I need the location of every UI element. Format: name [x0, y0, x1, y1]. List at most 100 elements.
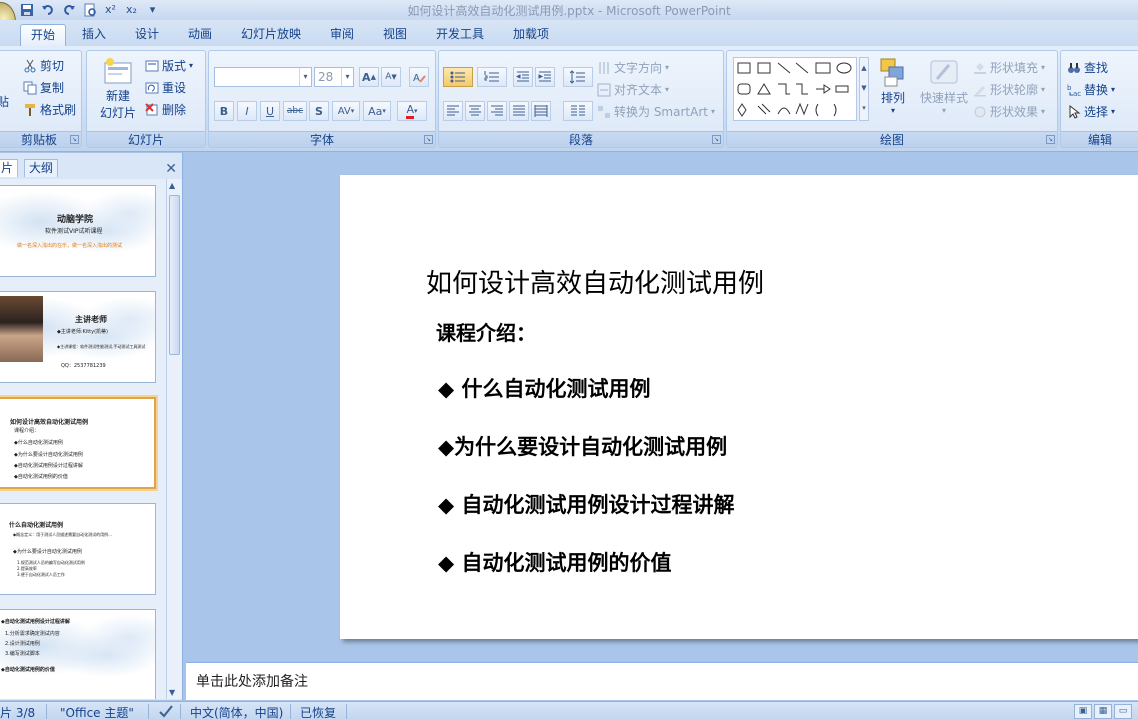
bold-button[interactable]: B: [214, 101, 234, 121]
quick-styles-button[interactable]: 快速样式 ▾: [915, 55, 973, 115]
slide-sorter-icon[interactable]: ▦: [1094, 704, 1112, 719]
binoculars-icon: [1067, 61, 1081, 75]
layout-icon: [145, 59, 159, 73]
shape-outline-button[interactable]: 形状轮廓 ▾: [973, 81, 1045, 98]
find-button[interactable]: 查找: [1067, 59, 1108, 76]
shape-fill-button[interactable]: 形状填充 ▾: [973, 59, 1045, 76]
copy-icon: [23, 81, 37, 95]
align-center-button[interactable]: [465, 101, 485, 121]
line-spacing-button[interactable]: [563, 67, 593, 87]
scroll-down-icon[interactable]: ▼: [169, 688, 175, 697]
font-size-combo[interactable]: 28 ▾: [314, 67, 354, 87]
shrink-font-button[interactable]: A ▼: [381, 67, 401, 87]
svg-text:A: A: [413, 73, 420, 84]
tab-insert[interactable]: 插入: [72, 24, 116, 46]
numbering-button[interactable]: [477, 67, 507, 87]
slide-counter: 片 3/8: [0, 706, 36, 720]
ribbon-tabs: 开始 插入 设计 动画 幻灯片放映 审阅 视图 开发工具 加载项: [0, 20, 1138, 46]
distribute-button[interactable]: [531, 101, 551, 121]
copy-button[interactable]: 复制: [23, 79, 64, 96]
paste-button[interactable]: 贴: [0, 93, 9, 110]
layout-button[interactable]: 版式 ▾: [145, 57, 193, 74]
drawing-launcher[interactable]: ↘: [1046, 135, 1055, 144]
select-button[interactable]: 选择 ▾: [1067, 103, 1115, 120]
recovered-status: 已恢复: [300, 706, 337, 720]
format-painter-button[interactable]: 格式刷: [23, 101, 76, 118]
align-right-button[interactable]: [487, 101, 507, 121]
slide-thumbnail-2[interactable]: 主讲老师 ◆主讲老师:Kitty(凯蒂) ◆主讲课程：软件测试性能测试,手动测试…: [0, 291, 156, 383]
group-clipboard: 贴 剪切 复制 格式刷 剪贴板 ↘: [0, 50, 82, 148]
slide-bullet-1[interactable]: ◆ 什么自动化测试用例: [438, 373, 650, 403]
normal-view-icon[interactable]: ▣: [1074, 704, 1092, 719]
slide-thumbnails: 动脑学院 软件测试VIP试听课程 做一名深入浅出的在乐，做一名深入浅出的测试 主…: [0, 179, 166, 699]
close-pane-icon[interactable]: ✕: [165, 161, 177, 177]
font-color-button[interactable]: A ▾: [397, 101, 427, 121]
justify-button[interactable]: [509, 101, 529, 121]
font-name-dropdown-icon[interactable]: ▾: [299, 68, 311, 86]
convert-smartart-button[interactable]: 转换为 SmartArt ▾: [597, 103, 715, 120]
change-case-button[interactable]: Aa ▾: [363, 101, 391, 121]
tab-slideshow[interactable]: 幻灯片放映: [231, 24, 311, 46]
columns-button[interactable]: [563, 101, 593, 121]
slide-canvas[interactable]: 如何设计高效自动化测试用例 课程介绍： ◆ 什么自动化测试用例 ◆为什么要设计自…: [340, 175, 1138, 639]
line-spacing-icon: [570, 70, 585, 84]
status-bar: 片 3/8 "Office 主题" 中文(简体，中国) 已恢复 ▣ ▦ ▭: [0, 701, 1138, 720]
slide-thumbnail-5[interactable]: ◆自动化测试用例设计过程讲解 1.分析需求确定测试内容 2.设计测试用例 3.编…: [0, 609, 156, 699]
ribbon: 贴 剪切 复制 格式刷 剪贴板 ↘ 新建 幻灯片 版式 ▾ 重设 删除 幻灯片 …: [0, 46, 1138, 152]
language-indicator[interactable]: 中文(简体，中国): [190, 704, 283, 720]
shapes-gallery[interactable]: [733, 57, 857, 121]
notes-pane[interactable]: 单击此处添加备注: [186, 662, 1138, 700]
strikethrough-button[interactable]: abc: [283, 101, 307, 121]
scroll-thumb[interactable]: [169, 195, 180, 355]
new-slide-button[interactable]: 新建 幻灯片: [95, 57, 141, 121]
paragraph-launcher[interactable]: ↘: [712, 135, 721, 144]
slide-thumbnail-4[interactable]: 什么自动化测试用例 ◆概念定义：用于测试人员描述需要自动化测试的用例... ◆为…: [0, 503, 156, 595]
italic-button[interactable]: I: [237, 101, 257, 121]
tab-outline[interactable]: 大纲: [24, 159, 59, 177]
shapes-scroll[interactable]: ▲ ▼ ▾: [859, 57, 869, 121]
cut-button[interactable]: 剪切: [23, 57, 64, 74]
tab-home[interactable]: 开始: [20, 24, 67, 46]
char-spacing-button[interactable]: AV ▾: [332, 101, 360, 121]
delete-slide-button[interactable]: 删除: [145, 101, 186, 118]
slide-workspace: 如何设计高效自动化测试用例 课程介绍： ◆ 什么自动化测试用例 ◆为什么要设计自…: [184, 153, 1138, 661]
replace-button[interactable]: b ac 替换 ▾: [1067, 81, 1115, 98]
text-direction-button[interactable]: 文字方向 ▾: [597, 59, 669, 76]
tab-review[interactable]: 审阅: [320, 24, 364, 46]
decrease-indent-button[interactable]: [513, 67, 533, 87]
grow-font-button[interactable]: A ▲: [359, 67, 379, 87]
slide-bullet-4[interactable]: ◆ 自动化测试用例的价值: [438, 547, 671, 577]
increase-indent-button[interactable]: [535, 67, 555, 87]
underline-button[interactable]: U: [260, 101, 280, 121]
delete-icon: [145, 102, 159, 117]
slide-title[interactable]: 如何设计高效自动化测试用例: [426, 263, 764, 300]
tab-animation[interactable]: 动画: [178, 24, 222, 46]
clear-format-button[interactable]: A: [409, 67, 429, 87]
slide-bullet-3[interactable]: ◆ 自动化测试用例设计过程讲解: [438, 489, 734, 519]
align-text-button[interactable]: 对齐文本 ▾: [597, 81, 669, 98]
font-size-dropdown-icon[interactable]: ▾: [341, 68, 353, 86]
shape-effects-button[interactable]: 形状效果 ▾: [973, 103, 1045, 120]
slide-thumbnail-3[interactable]: 如何设计高效自动化测试用例 课程介绍： ◆什么自动化测试用例 ◆为什么要设计自动…: [0, 397, 156, 489]
spellcheck-icon[interactable]: [158, 704, 174, 720]
slideshow-view-icon[interactable]: ▭: [1114, 704, 1132, 719]
arrange-button[interactable]: 排列 ▾: [873, 55, 913, 115]
slide-subtitle[interactable]: 课程介绍：: [436, 317, 536, 346]
bullets-button[interactable]: [443, 67, 473, 87]
align-left-button[interactable]: [443, 101, 463, 121]
scroll-up-icon[interactable]: ▲: [169, 181, 175, 190]
tab-addins[interactable]: 加载项: [503, 24, 559, 46]
font-launcher[interactable]: ↘: [424, 135, 433, 144]
thumbnails-scrollbar[interactable]: ▲ ▼: [166, 179, 182, 699]
slide-bullet-2[interactable]: ◆为什么要设计自动化测试用例: [438, 431, 727, 461]
tab-view[interactable]: 视图: [373, 24, 417, 46]
font-name-combo[interactable]: ▾: [214, 67, 312, 87]
justify-icon: [513, 105, 525, 116]
slide-thumbnail-1[interactable]: 动脑学院 软件测试VIP试听课程 做一名深入浅出的在乐，做一名深入浅出的测试: [0, 185, 156, 277]
shadow-button[interactable]: S: [309, 101, 329, 121]
reset-button[interactable]: 重设: [145, 79, 186, 96]
tab-slides[interactable]: 片: [0, 159, 19, 177]
clipboard-launcher[interactable]: ↘: [70, 135, 79, 144]
tab-design[interactable]: 设计: [125, 24, 169, 46]
tab-developer[interactable]: 开发工具: [426, 24, 494, 46]
